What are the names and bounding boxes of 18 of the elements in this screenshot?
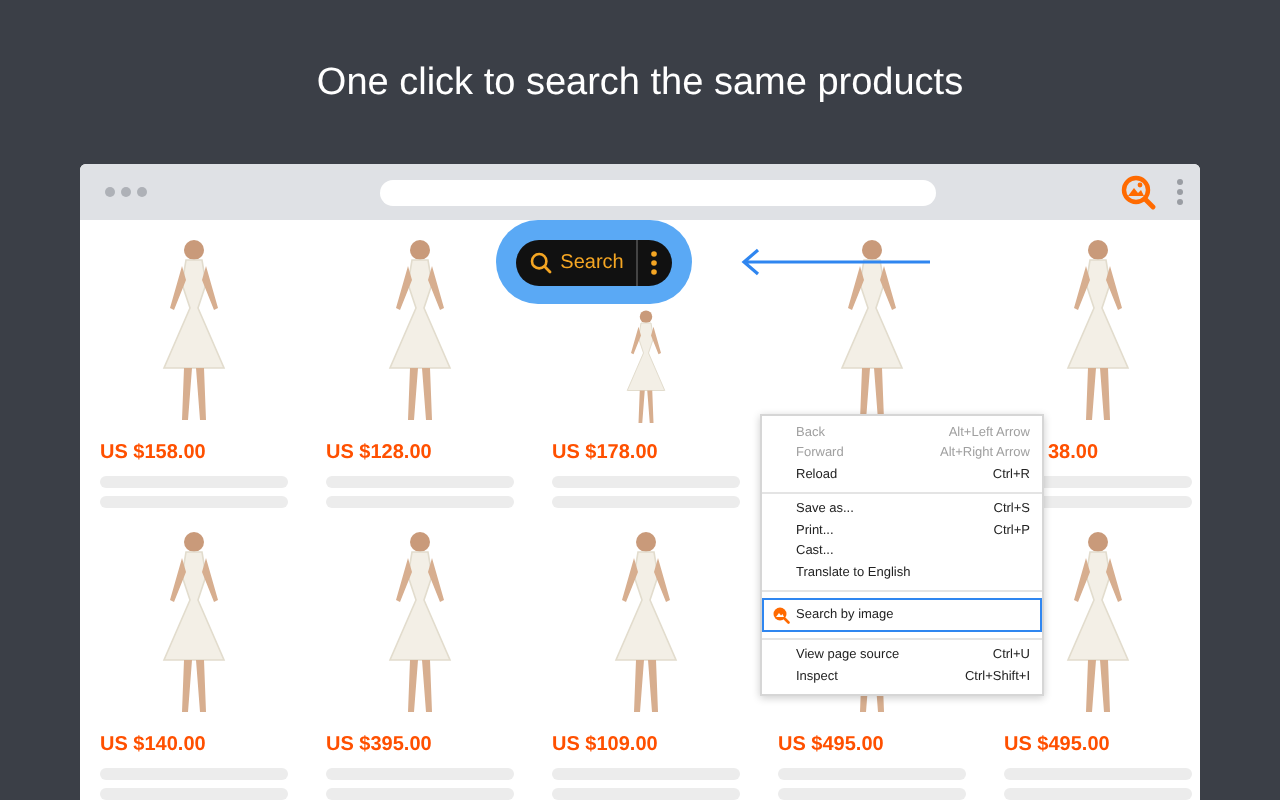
product-price: 38.00 (1048, 440, 1099, 468)
product-price: US $158.00 (100, 440, 206, 468)
product-price: US $178.00 (552, 440, 658, 468)
more-icon[interactable] (649, 249, 658, 275)
image-search-icon (772, 605, 790, 623)
product-price: US $495.00 (778, 732, 884, 760)
window-dots-icon (104, 186, 148, 198)
product-price: US $109.00 (552, 732, 658, 760)
product-price: US $395.00 (326, 732, 432, 760)
address-bar[interactable] (380, 179, 936, 205)
product-price: US $495.00 (1004, 732, 1110, 760)
headline: One click to search the same products (316, 60, 964, 108)
image-search-icon[interactable] (1120, 174, 1156, 210)
search-icon (530, 251, 553, 273)
product-price: US $128.00 (326, 440, 432, 468)
search-button[interactable]: Search (530, 239, 638, 285)
product-price: US $140.00 (100, 732, 206, 760)
menu-icon[interactable] (1176, 178, 1184, 206)
